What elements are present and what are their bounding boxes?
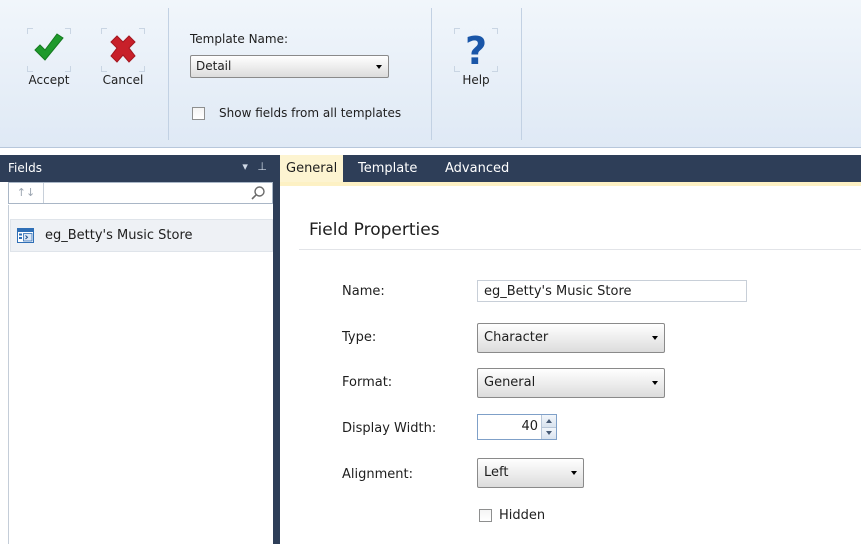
show-all-templates-checkbox[interactable]	[192, 107, 205, 120]
accept-button[interactable]: Accept	[24, 28, 74, 87]
chevron-down-icon	[376, 64, 382, 69]
field-properties-panel: Field Properties Name: Type: Character F…	[280, 186, 861, 544]
fields-panel-header: Fields ▾ ⊥	[0, 155, 273, 182]
tab-advanced[interactable]: Advanced	[439, 155, 515, 182]
sort-icon[interactable]: ↑↓	[9, 183, 44, 203]
chevron-down-icon	[652, 336, 658, 340]
show-all-templates-label: Show fields from all templates	[219, 106, 402, 120]
help-button[interactable]: ? Help	[451, 28, 501, 87]
panel-splitter[interactable]	[273, 155, 280, 544]
accept-label: Accept	[28, 73, 70, 87]
ribbon-separator	[168, 8, 169, 140]
tab-template[interactable]: Template	[352, 155, 423, 182]
type-label: Type:	[342, 330, 377, 345]
ribbon-separator	[521, 8, 522, 140]
accept-icon-frame	[27, 28, 71, 72]
template-name-label: Template Name:	[190, 32, 289, 46]
name-label: Name:	[342, 284, 385, 299]
pin-icon[interactable]: ⊥	[257, 160, 267, 173]
svg-text:?: ?	[465, 29, 487, 72]
type-dropdown[interactable]: Character	[477, 323, 665, 353]
field-icon	[17, 228, 34, 243]
help-icon-frame: ?	[454, 28, 498, 73]
chevron-down-icon	[571, 471, 577, 475]
stepper-buttons	[541, 415, 556, 439]
hidden-label: Hidden	[499, 508, 546, 523]
format-label: Format:	[342, 375, 393, 390]
tab-general[interactable]: General	[280, 155, 344, 182]
stepper-up-icon[interactable]	[542, 415, 556, 427]
field-item-label: eg_Betty's Music Store	[45, 228, 193, 243]
search-icon[interactable]	[250, 185, 266, 201]
template-name-value: Detail	[196, 59, 232, 73]
alignment-label: Alignment:	[342, 467, 413, 482]
hidden-checkbox[interactable]	[479, 509, 492, 522]
alignment-dropdown[interactable]: Left	[477, 458, 584, 488]
cancel-icon-frame	[101, 28, 145, 72]
chevron-down-icon	[652, 381, 658, 385]
cancel-label: Cancel	[102, 73, 144, 87]
template-name-dropdown[interactable]: Detail	[190, 55, 389, 78]
field-search-input[interactable]	[45, 183, 250, 203]
alignment-value: Left	[484, 465, 509, 480]
list-item[interactable]: eg_Betty's Music Store	[10, 219, 273, 252]
panel-menu-icon[interactable]: ▾	[242, 160, 248, 173]
stepper-down-icon[interactable]	[542, 427, 556, 439]
display-width-stepper[interactable]: 40	[477, 414, 557, 440]
tab-bar: General Template Advanced	[280, 155, 861, 182]
field-search-bar: ↑↓	[8, 182, 273, 204]
display-width-value: 40	[521, 419, 538, 434]
type-value: Character	[484, 330, 549, 345]
ribbon-toolbar: Accept Cancel Template Name: Detail Show…	[0, 0, 861, 148]
field-list: eg_Betty's Music Store	[8, 205, 273, 544]
page-title: Field Properties	[309, 220, 440, 240]
cancel-button[interactable]: Cancel	[98, 28, 148, 87]
divider	[299, 249, 861, 250]
format-value: General	[484, 375, 536, 390]
fields-panel-title: Fields	[8, 161, 42, 175]
help-label: Help	[462, 73, 490, 87]
display-width-label: Display Width:	[342, 421, 437, 436]
format-dropdown[interactable]: General	[477, 368, 665, 398]
ribbon-separator	[431, 8, 432, 140]
name-field[interactable]	[477, 280, 747, 302]
